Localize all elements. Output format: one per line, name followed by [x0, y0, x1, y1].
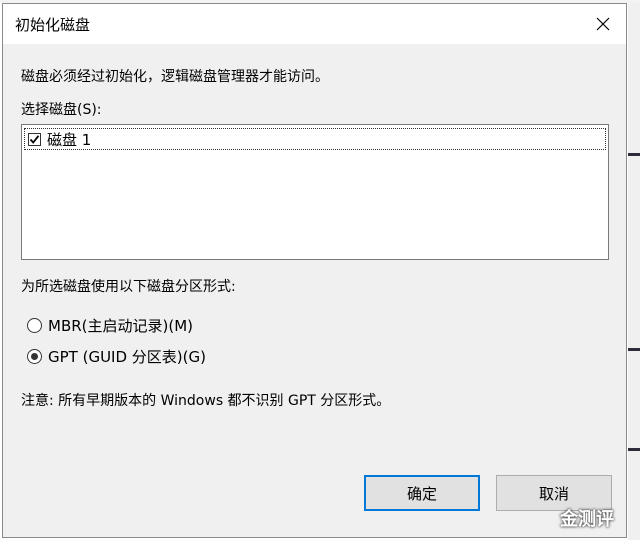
disk-list-item[interactable]: 磁盘 1 — [24, 128, 606, 150]
gpt-label: GPT (GUID 分区表)(G) — [48, 348, 206, 366]
mbr-option[interactable]: MBR(主启动记录)(M) — [27, 315, 193, 336]
gpt-radio[interactable] — [27, 349, 42, 364]
select-disk-label: 选择磁盘(S): — [21, 102, 102, 118]
background-window-line — [628, 348, 640, 351]
screen: 初始化磁盘 磁盘必须经过初始化，逻辑磁盘管理器才能访问。 选择磁盘(S): 磁盘… — [0, 0, 640, 540]
ok-button[interactable]: 确定 — [364, 475, 480, 511]
dialog-titlebar: 初始化磁盘 — [3, 4, 626, 44]
background-window-line — [628, 153, 640, 156]
radio-selected-dot — [31, 353, 38, 360]
mbr-radio[interactable] — [27, 318, 42, 333]
close-button[interactable] — [580, 4, 626, 44]
mbr-label: MBR(主启动记录)(M) — [48, 317, 194, 335]
background-window-edge — [628, 3, 640, 540]
partition-style-label: 为所选磁盘使用以下磁盘分区形式: — [21, 279, 236, 295]
disk-label: 磁盘 1 — [47, 130, 92, 149]
disk-listbox[interactable]: 磁盘 1 — [21, 124, 609, 260]
gpt-option[interactable]: GPT (GUID 分区表)(G) — [27, 346, 206, 367]
checkmark-icon — [29, 134, 40, 144]
compatibility-note: 注意: 所有早期版本的 Windows 都不识别 GPT 分区形式。 — [21, 393, 391, 409]
disk-checkbox[interactable] — [28, 132, 41, 146]
close-icon — [596, 17, 610, 31]
dialog-title: 初始化磁盘 — [15, 16, 91, 34]
initialize-disk-dialog: 初始化磁盘 磁盘必须经过初始化，逻辑磁盘管理器才能访问。 选择磁盘(S): 磁盘… — [2, 3, 627, 538]
watermark-logo: 金测评 — [560, 509, 614, 530]
background-window-line — [628, 448, 640, 451]
dialog-description: 磁盘必须经过初始化，逻辑磁盘管理器才能访问。 — [21, 69, 329, 85]
